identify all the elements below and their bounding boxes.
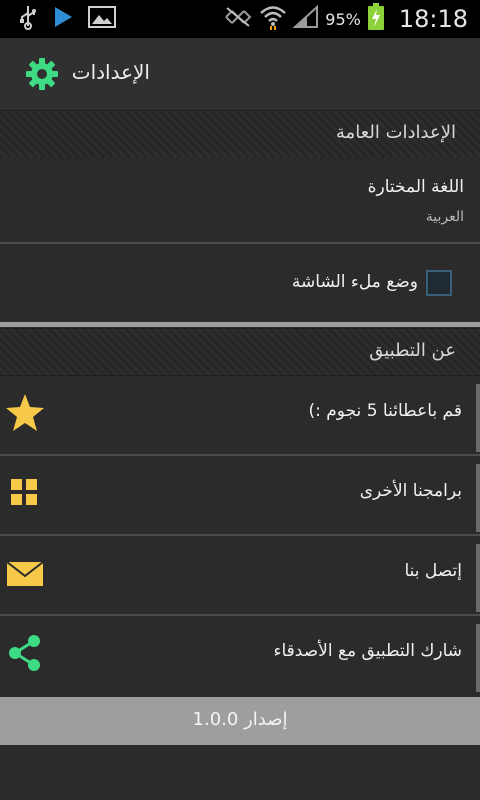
section-divider xyxy=(0,322,480,327)
other-apps-item[interactable]: برامجنا الأخرى xyxy=(0,458,480,532)
share-icon xyxy=(4,632,46,674)
rate-app-label: قم باعطائنا 5 نجوم :) xyxy=(308,401,462,421)
divider xyxy=(0,454,480,456)
share-app-label: شارك التطبيق مع الأصدقاء xyxy=(273,641,462,661)
language-summary: العربية xyxy=(425,209,464,225)
grid-icon xyxy=(4,472,46,514)
row-edge xyxy=(476,464,480,532)
signal-icon xyxy=(292,4,319,33)
battery-percent: 95% xyxy=(325,9,361,29)
row-edge xyxy=(476,384,480,452)
mute-icon xyxy=(223,6,253,32)
section-header-label: الإعدادات العامة xyxy=(335,122,456,143)
section-header-about: عن التطبيق xyxy=(0,328,480,376)
divider xyxy=(0,614,480,616)
page-title: الإعدادات xyxy=(71,60,150,84)
language-title: اللغة المختارة xyxy=(367,177,464,197)
rate-app-item[interactable]: قم باعطائنا 5 نجوم :) xyxy=(0,378,480,452)
fullscreen-checkbox[interactable] xyxy=(426,270,452,296)
status-bar: 95% 18:18 xyxy=(0,0,480,38)
wifi-icon xyxy=(259,4,287,34)
language-preference[interactable]: اللغة المختارة العربية xyxy=(0,157,480,241)
usb-icon xyxy=(18,4,38,34)
mail-icon xyxy=(4,552,46,594)
section-header-label: عن التطبيق xyxy=(369,340,456,361)
battery-charging-icon xyxy=(367,3,385,35)
notification-icons xyxy=(18,6,116,32)
other-apps-label: برامجنا الأخرى xyxy=(359,481,462,501)
fullscreen-preference[interactable]: وضع ملء الشاشة xyxy=(0,244,480,322)
status-clock: 18:18 xyxy=(398,5,468,33)
section-header-general: الإعدادات العامة xyxy=(0,110,480,158)
row-edge xyxy=(476,544,480,612)
version-bar: إصدار 1.0.0 xyxy=(0,697,480,745)
system-icons: 95% 18:18 xyxy=(223,3,468,35)
row-edge xyxy=(476,624,480,692)
contact-us-item[interactable]: إتصل بنا xyxy=(0,538,480,612)
share-app-item[interactable]: شارك التطبيق مع الأصدقاء xyxy=(0,618,480,692)
gear-icon[interactable] xyxy=(24,56,60,92)
version-label: إصدار 1.0.0 xyxy=(192,709,288,730)
star-icon xyxy=(4,392,46,434)
gallery-icon xyxy=(88,5,116,33)
action-bar: الإعدادات xyxy=(0,38,480,110)
divider xyxy=(0,534,480,536)
play-store-icon xyxy=(52,5,74,33)
fullscreen-title: وضع ملء الشاشة xyxy=(291,272,418,292)
contact-us-label: إتصل بنا xyxy=(404,561,462,581)
